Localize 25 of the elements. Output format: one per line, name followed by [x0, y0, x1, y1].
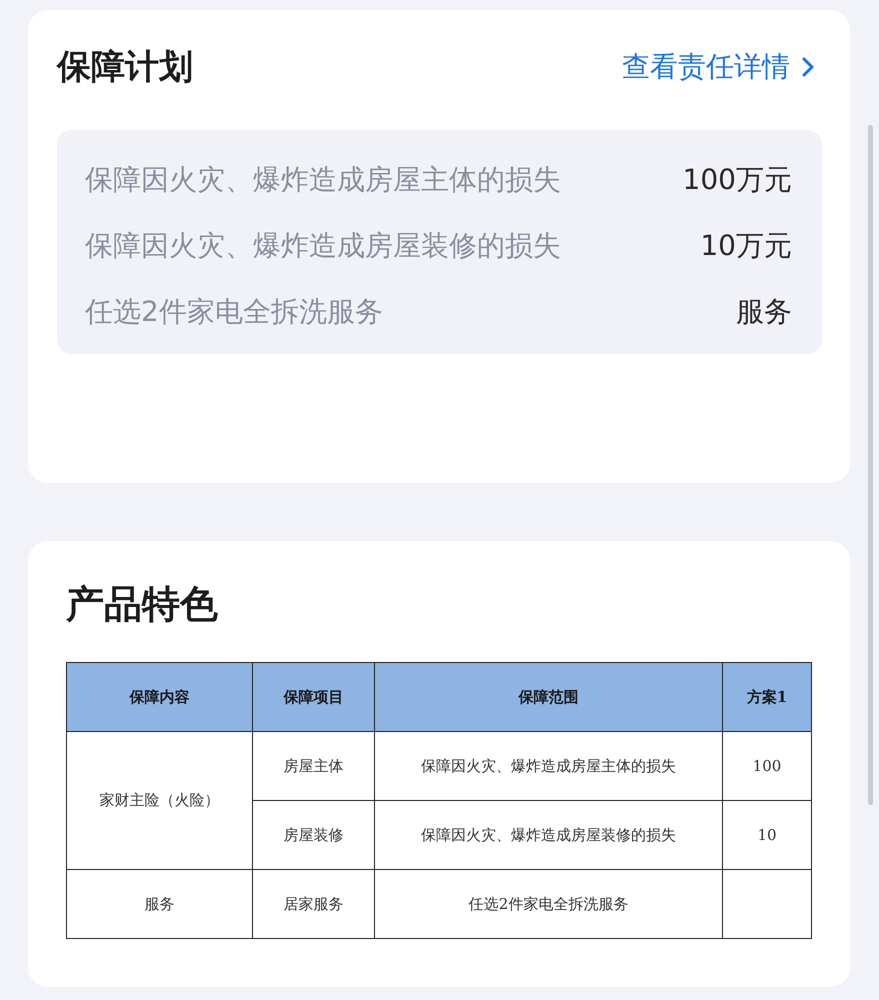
- coverage-amount: 服务: [736, 294, 792, 330]
- table-cell: 任选2件家电全拆洗服务: [374, 870, 722, 938]
- coverage-label: 保障因火灾、爆炸造成房屋主体的损失: [85, 162, 562, 198]
- table-cell: 100: [722, 732, 812, 800]
- table-cell: 房屋主体: [252, 732, 374, 800]
- table-cell: 居家服务: [252, 870, 374, 938]
- table-cell: 家财主险（火险）: [66, 732, 252, 870]
- card-title: 产品特色: [66, 581, 219, 628]
- table-cell: 10: [722, 800, 812, 870]
- table-header-cell: 保障项目: [252, 662, 374, 732]
- coverage-amount: 10万元: [700, 228, 792, 264]
- scrollbar[interactable]: [868, 125, 873, 805]
- table-header-cell: 保障内容: [66, 662, 252, 732]
- table-cell: 房屋装修: [252, 800, 374, 870]
- table-cell: 保障因火灾、爆炸造成房屋装修的损失: [374, 800, 722, 870]
- table-cell: 服务: [66, 870, 252, 938]
- coverage-label: 任选2件家电全拆洗服务: [85, 294, 384, 330]
- details-link[interactable]: 查看责任详情: [622, 48, 814, 86]
- chevron-right-icon: [802, 57, 814, 77]
- card-title: 保障计划: [57, 46, 193, 89]
- table-header-cell: 保障范围: [374, 662, 722, 732]
- table-cell: 保障因火灾、爆炸造成房屋主体的损失: [374, 732, 722, 800]
- coverage-label: 保障因火灾、爆炸造成房屋装修的损失: [85, 228, 562, 264]
- table-header-cell: 方案1: [722, 662, 812, 732]
- coverage-amount: 100万元: [682, 162, 792, 198]
